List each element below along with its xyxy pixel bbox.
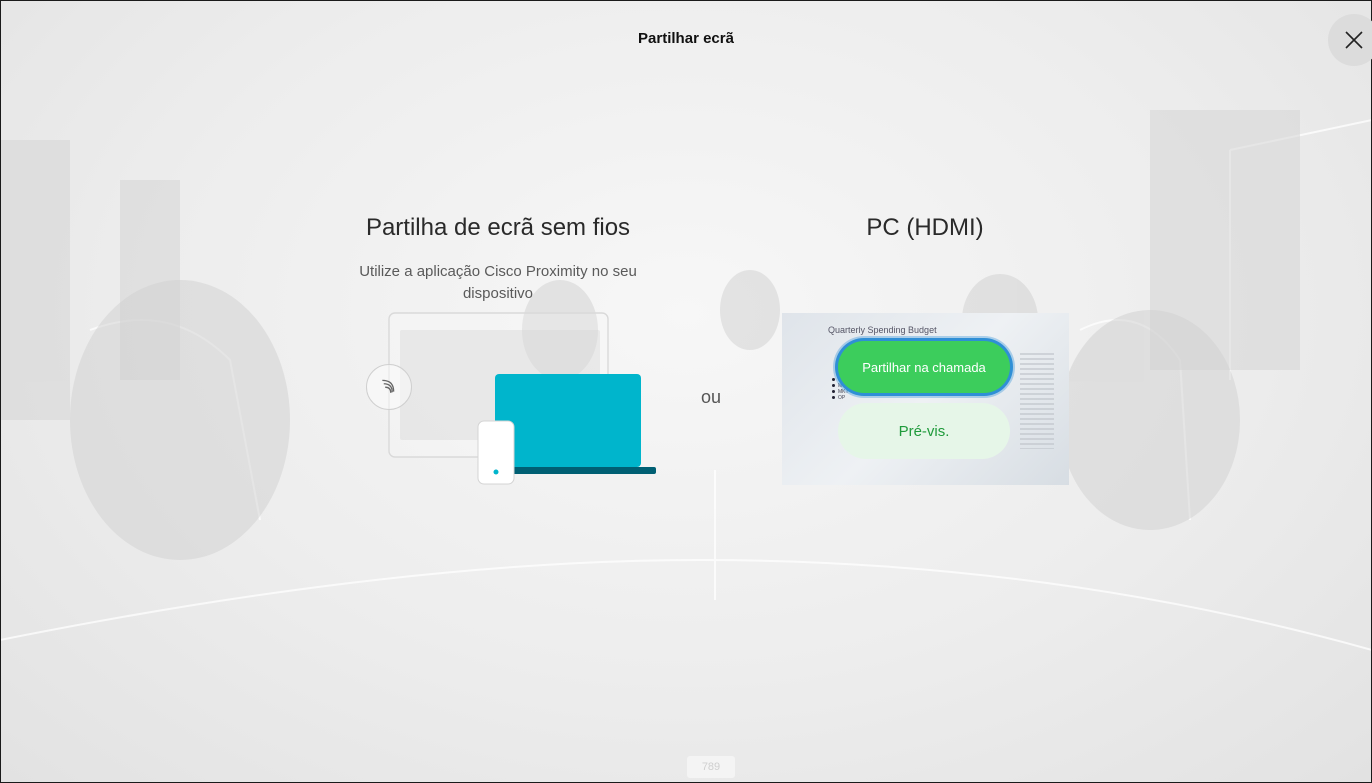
slide-text-lines [1020,353,1054,449]
page-title: Partilhar ecrã [638,30,734,47]
legend-item: OP [832,395,849,401]
page-number: 789 [687,756,735,778]
hdmi-preview-card: Quarterly Spending Budget IT MST MKT OP … [782,313,1069,485]
preview-button[interactable]: Pré-vis. [838,403,1010,459]
close-icon [1345,31,1363,49]
close-button[interactable] [1328,14,1372,66]
share-in-call-button[interactable]: Partilhar na chamada [838,341,1010,393]
wireless-illustration [364,312,660,487]
wireless-share-description: Utilize a aplicação Cisco Proximity no s… [359,263,637,302]
wireless-share-heading: Partilha de ecrã sem fios [365,214,631,241]
or-separator: ou [700,387,722,407]
slide-title: Quarterly Spending Budget [828,325,937,335]
wireless-broadcast-icon [366,364,412,410]
hdmi-heading: PC (HDMI) [866,214,984,241]
wireless-share-illustration [388,312,656,485]
